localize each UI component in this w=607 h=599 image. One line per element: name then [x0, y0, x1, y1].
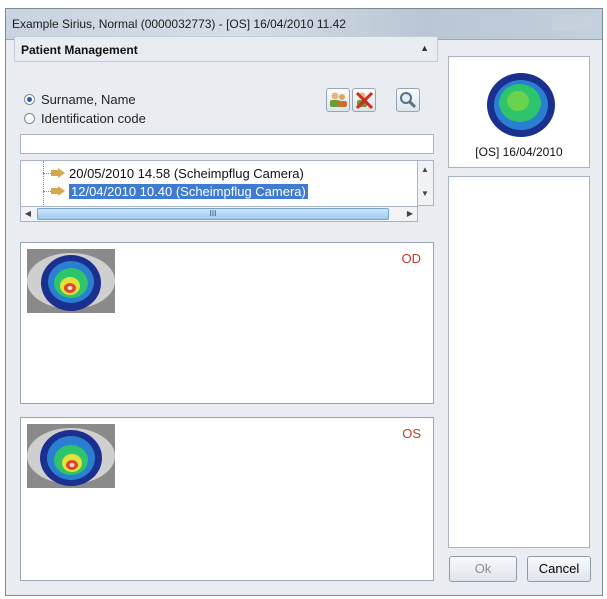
scroll-left-icon[interactable]: ◀ [21, 207, 35, 221]
search-mode-identification[interactable]: Identification code [24, 111, 146, 126]
os-topography-thumbnail [27, 424, 115, 488]
window-controls[interactable] [552, 15, 592, 31]
radio-surname-label: Surname, Name [41, 92, 136, 107]
tree-vertical-scrollbar[interactable]: ▲ ▼ [418, 160, 434, 206]
exam-item-label: 12/04/2010 10.40 (Scheimpflug Camera) [69, 183, 308, 199]
radio-surname[interactable] [24, 94, 35, 105]
exam-item[interactable]: 20/05/2010 14.58 (Scheimpflug Camera) [51, 164, 304, 182]
scroll-right-icon[interactable]: ▶ [403, 207, 417, 221]
collapse-arrow-icon[interactable]: ▲ [420, 43, 429, 53]
scroll-thumb[interactable]: III [37, 208, 389, 220]
eye-label-od: OD [401, 251, 422, 266]
search-mode-surname[interactable]: Surname, Name [24, 92, 136, 107]
delete-patient-icon [355, 91, 374, 110]
os-preview-topography [487, 73, 555, 137]
delete-patient-button[interactable] [352, 88, 376, 112]
eye-label-os: OS [402, 426, 421, 441]
radio-identification[interactable] [24, 113, 35, 124]
search-button[interactable] [396, 88, 420, 112]
exam-arrow-icon [51, 186, 65, 196]
preview-caption: [OS] 16/04/2010 [475, 145, 563, 159]
magnifier-icon [400, 92, 417, 109]
radio-identification-label: Identification code [41, 111, 146, 126]
eye-panel-od[interactable]: OD [20, 242, 434, 404]
exam-arrow-icon [51, 168, 65, 178]
patient-management-title: Patient Management [21, 43, 138, 57]
ok-button[interactable]: Ok [449, 556, 517, 582]
scroll-down-icon[interactable]: ▼ [418, 187, 432, 201]
tree-guide-line [43, 161, 44, 205]
left-panel: Patient Management ▲ Surname, Name Ident… [14, 36, 438, 582]
patient-search-input[interactable] [20, 134, 434, 154]
eye-panel-os[interactable]: OS [20, 417, 434, 581]
selected-exams-list[interactable] [448, 176, 590, 548]
od-topography-thumbnail [27, 249, 115, 313]
window-title: Example Sirius, Normal (0000032773) - [O… [12, 17, 346, 31]
exam-item-selected[interactable]: 12/04/2010 10.40 (Scheimpflug Camera) [51, 182, 308, 200]
preview-panel: [OS] 16/04/2010 [448, 56, 590, 168]
patients-group-button[interactable] [326, 88, 350, 112]
cancel-button[interactable]: Cancel [527, 556, 591, 582]
scroll-grip: III [209, 209, 217, 218]
exam-item-label: 20/05/2010 14.58 (Scheimpflug Camera) [69, 165, 304, 181]
scroll-up-icon[interactable]: ▲ [418, 163, 432, 177]
tree-horizontal-scrollbar[interactable]: ◀ III ▶ [20, 206, 418, 222]
patient-management-header[interactable]: Patient Management ▲ [14, 36, 438, 62]
patients-group-icon [330, 92, 347, 107]
